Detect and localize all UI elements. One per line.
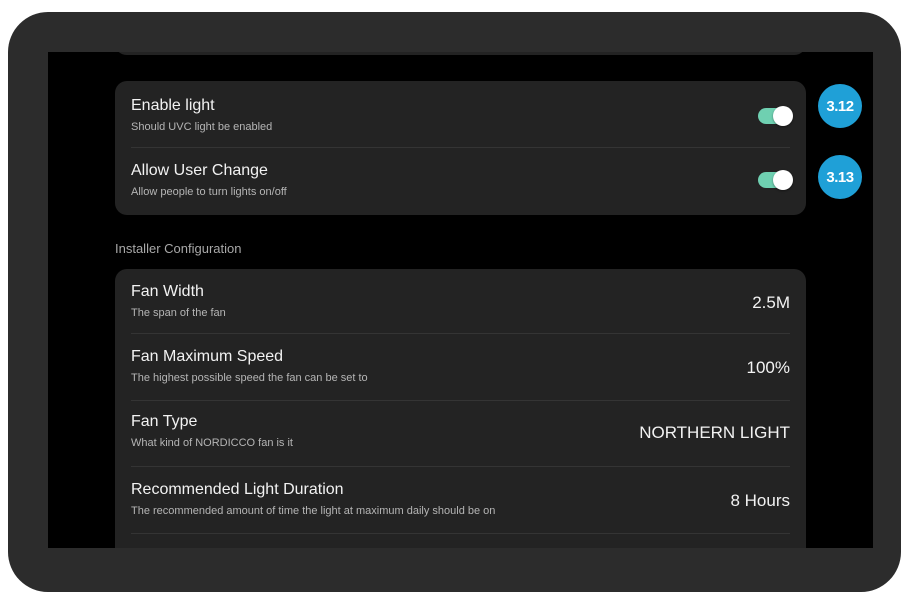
setting-subtitle: The recommended amount of time the light…	[131, 505, 496, 517]
setting-title: Enable light	[131, 97, 215, 114]
settings-screen: Enable light Should UVC light be enabled…	[48, 52, 873, 548]
setting-row-enable-light[interactable]: Enable light Should UVC light be enabled	[115, 81, 806, 148]
setting-value: 8 Hours	[730, 491, 790, 510]
toggle-knob	[773, 170, 793, 190]
setting-row-recommended-light-duration[interactable]: Recommended Light Duration The recommend…	[115, 467, 806, 533]
lights-settings-card: Enable light Should UVC light be enabled…	[115, 81, 806, 215]
installer-settings-card: Fan Width The span of the fan 2.5M Fan M…	[115, 269, 806, 548]
toggle-knob	[773, 106, 793, 126]
section-header-installer-configuration: Installer Configuration	[115, 241, 242, 256]
setting-row-fan-type[interactable]: Fan Type What kind of NORDICCO fan is it…	[115, 401, 806, 466]
setting-title: Allow User Change	[131, 162, 268, 179]
setting-row-fan-width[interactable]: Fan Width The span of the fan 2.5M	[115, 269, 806, 333]
setting-row-allow-user-change[interactable]: Allow User Change Allow people to turn l…	[115, 148, 806, 215]
setting-subtitle: Allow people to turn lights on/off	[131, 186, 287, 198]
setting-title: Fan Maximum Speed	[131, 348, 284, 365]
setting-row-fan-maximum-speed[interactable]: Fan Maximum Speed The highest possible s…	[115, 334, 806, 400]
previous-settings-card	[115, 52, 806, 55]
row-divider	[131, 533, 790, 534]
setting-subtitle: The highest possible speed the fan can b…	[131, 372, 368, 384]
setting-title: Recommended Light Duration	[131, 481, 344, 498]
setting-title: Fan Type	[131, 413, 198, 430]
setting-value: NORTHERN LIGHT	[639, 423, 790, 442]
allow-user-change-toggle[interactable]	[758, 170, 793, 190]
annotation-badge: 3.13	[818, 155, 862, 199]
setting-value: 2.5M	[752, 293, 790, 312]
enable-light-toggle[interactable]	[758, 106, 793, 126]
setting-value: 100%	[746, 358, 790, 377]
setting-subtitle: Should UVC light be enabled	[131, 121, 273, 133]
setting-subtitle: The span of the fan	[131, 307, 226, 319]
setting-title: Fan Width	[131, 283, 204, 300]
setting-subtitle: What kind of NORDICCO fan is it	[131, 437, 293, 449]
annotation-badge: 3.12	[818, 84, 862, 128]
